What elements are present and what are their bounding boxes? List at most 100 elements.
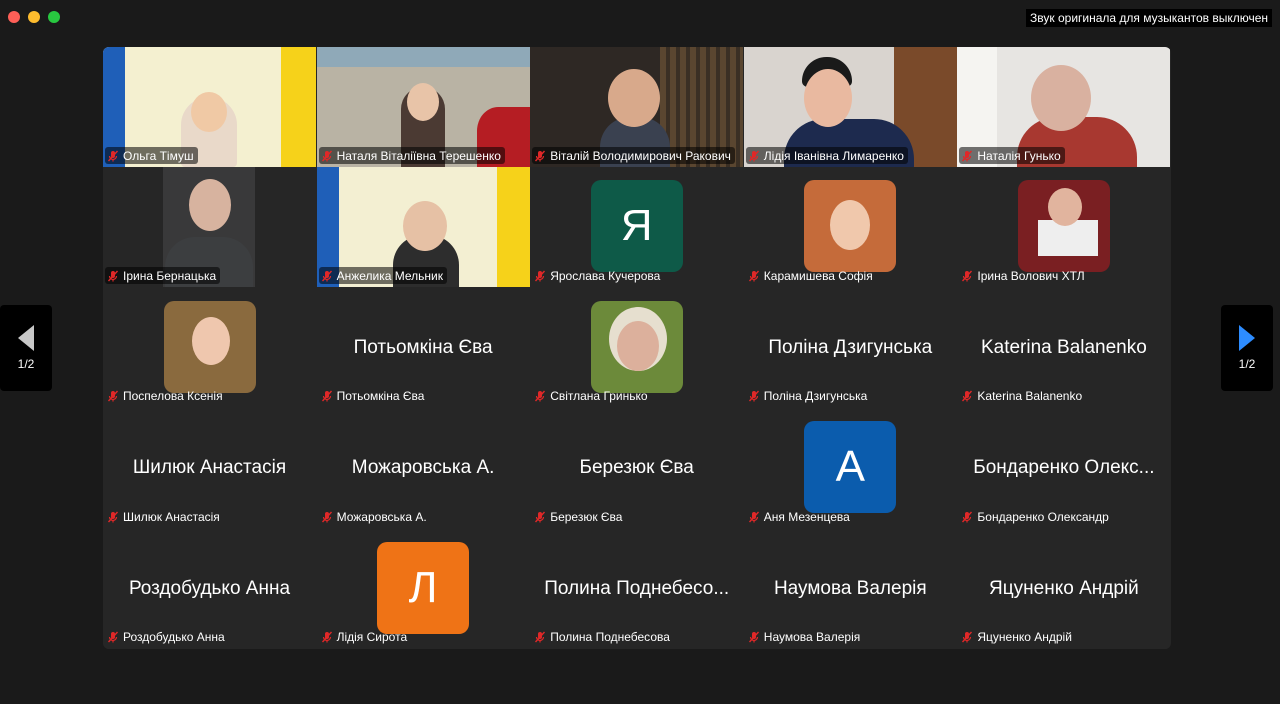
participant-tile[interactable]: Ірина Бернацька [103, 167, 316, 288]
minimize-window-button[interactable] [28, 11, 40, 23]
mic-muted-icon [962, 270, 973, 282]
participant-tile[interactable]: Полина Поднебесо... Полина Поднебесова [530, 528, 744, 649]
participant-name-label: Ольга Тімуш [105, 147, 198, 164]
mic-muted-icon [962, 631, 973, 643]
participant-name: Наумова Валерія [763, 630, 861, 645]
mic-muted-icon [321, 270, 332, 282]
participant-tile[interactable]: Березюк Єва Березюк Єва [530, 408, 744, 529]
participant-display-name: Роздобудько Анна [128, 577, 291, 599]
participant-display-name: Бондаренко Олекс... [973, 457, 1155, 479]
participant-name: Поліна Дзигунська [763, 389, 868, 404]
participant-display-name: Поліна Дзигунська [768, 336, 933, 358]
mic-muted-icon [748, 631, 759, 643]
participant-avatar: Я [590, 180, 683, 273]
participant-name: Ірина Волович ХТЛ [977, 268, 1085, 283]
participant-name: Шилюк Анастасія [123, 509, 220, 524]
participant-tile[interactable]: Л Лідія Сирота [316, 528, 530, 649]
participant-tile[interactable]: Яцуненко Андрій Яцуненко Андрій [957, 528, 1171, 649]
participant-tile[interactable]: Я Ярослава Кучерова [530, 167, 744, 288]
mic-muted-icon [962, 150, 973, 161]
participant-avatar: Л [377, 541, 470, 634]
participant-name-label: Наумова Валерія [746, 629, 864, 646]
participant-tile[interactable]: Світлана Гринько [530, 287, 744, 408]
participant-name-label: Бондаренко Олександр [959, 508, 1112, 525]
participant-name-label: Поспелова Ксенія [105, 388, 227, 405]
mic-muted-icon [535, 390, 546, 402]
participant-tile[interactable]: Ірина Волович ХТЛ [957, 167, 1171, 288]
participant-name: Карамишева Софія [763, 268, 873, 283]
participant-name: Потьомкіна Єва [336, 389, 425, 404]
participant-name-label: Віталій Володимирович Ракович [532, 147, 735, 164]
participant-name: Наталія Гунько [977, 148, 1061, 163]
participant-tile[interactable]: Анжелика Мельник [316, 167, 530, 288]
original-sound-notice: Звук оригинала для музыкантов выключен [1026, 9, 1272, 27]
participant-name: Лідія Іванівна Лимаренко [763, 148, 904, 163]
participant-name-label: Світлана Гринько [532, 388, 651, 405]
participant-name: Поспелова Ксенія [123, 389, 223, 404]
mic-muted-icon [321, 390, 332, 402]
participant-tile[interactable]: Поліна Дзигунська Поліна Дзигунська [743, 287, 957, 408]
fullscreen-window-button[interactable] [48, 11, 60, 23]
participant-name-label: Потьомкіна Єва [319, 388, 429, 405]
participant-name: Можаровська А. [336, 509, 427, 524]
participant-tile[interactable]: Потьомкіна Єва Потьомкіна Єва [316, 287, 530, 408]
participant-name: Наталя Віталіївна Терешенко [336, 148, 501, 163]
participant-tile[interactable]: Наумова Валерія Наумова Валерія [743, 528, 957, 649]
participant-name-label: Аня Мезенцева [746, 508, 854, 525]
next-page-button[interactable]: 1/2 [1221, 305, 1273, 391]
mic-muted-icon [321, 511, 332, 523]
participant-display-name: Наумова Валерія [773, 577, 927, 599]
page-indicator-left: 1/2 [17, 357, 35, 371]
participant-name: Лідія Сирота [336, 630, 408, 645]
mic-muted-icon [107, 631, 119, 643]
participant-tile[interactable]: Віталій Володимирович Ракович [530, 47, 744, 167]
mic-muted-icon [321, 150, 332, 161]
participant-name-label: Шилюк Анастасія [105, 508, 224, 525]
participant-display-name: Можаровська А. [351, 457, 495, 479]
participant-tile[interactable]: Поспелова Ксенія [103, 287, 316, 408]
page-indicator-right: 1/2 [1238, 357, 1256, 371]
participant-name-label: Анжелика Мельник [318, 267, 447, 285]
participant-tile[interactable]: Наталя Віталіївна Терешенко [316, 47, 530, 167]
participant-tile[interactable]: Карамишева Софія [743, 167, 957, 288]
participant-name: Світлана Гринько [550, 389, 648, 404]
participant-name: Аня Мезенцева [763, 509, 850, 524]
participant-tile[interactable]: Katerina Balanenko Katerina Balanenko [957, 287, 1171, 408]
participant-display-name: Потьомкіна Єва [353, 336, 493, 358]
participant-name: Роздобудько Анна [123, 630, 225, 645]
participant-tile[interactable]: Ольга Тімуш [103, 47, 316, 167]
mic-muted-icon [107, 390, 119, 402]
mic-muted-icon [748, 150, 759, 161]
close-window-button[interactable] [8, 11, 20, 23]
participant-tile[interactable]: A Аня Мезенцева [743, 408, 957, 529]
triangle-right-icon [1239, 325, 1255, 351]
participant-name-label: Яцуненко Андрій [959, 629, 1076, 646]
participant-name-label: Березюк Єва [532, 508, 626, 525]
mic-muted-icon [748, 390, 759, 402]
participant-display-name: Шилюк Анастасія [132, 457, 287, 479]
participant-name: Віталій Володимирович Ракович [550, 148, 731, 163]
mic-muted-icon [321, 631, 332, 643]
participant-display-name: Березюк Єва [579, 457, 694, 479]
participant-tile[interactable]: Бондаренко Олекс... Бондаренко Олександр [957, 408, 1171, 529]
participant-name: Katerina Balanenko [977, 389, 1083, 404]
participant-name-label: Роздобудько Анна [105, 629, 229, 646]
participant-tile[interactable]: Роздобудько Анна Роздобудько Анна [103, 528, 316, 649]
participant-name: Яцуненко Андрій [977, 630, 1072, 645]
mic-muted-icon [535, 511, 546, 523]
participant-name-label: Поліна Дзигунська [746, 388, 872, 405]
triangle-left-icon [18, 325, 34, 351]
mic-muted-icon [748, 270, 759, 282]
participant-tile[interactable]: Можаровська А. Можаровська А. [316, 408, 530, 529]
participant-tile[interactable]: Наталія Гунько [957, 47, 1171, 167]
participant-name-label: Карамишева Софія [746, 267, 877, 284]
previous-page-button[interactable]: 1/2 [0, 305, 52, 391]
participant-name: Полина Поднебесова [550, 630, 670, 645]
participant-avatar: A [804, 421, 897, 514]
participant-tile[interactable]: Лідія Іванівна Лимаренко [743, 47, 957, 167]
mic-muted-icon [535, 270, 546, 282]
participant-tile[interactable]: Шилюк Анастасія Шилюк Анастасія [103, 408, 316, 529]
mic-muted-icon [962, 511, 973, 523]
participant-name-label: Наталя Віталіївна Терешенко [318, 147, 505, 164]
participant-name-label: Ірина Бернацька [105, 267, 221, 285]
